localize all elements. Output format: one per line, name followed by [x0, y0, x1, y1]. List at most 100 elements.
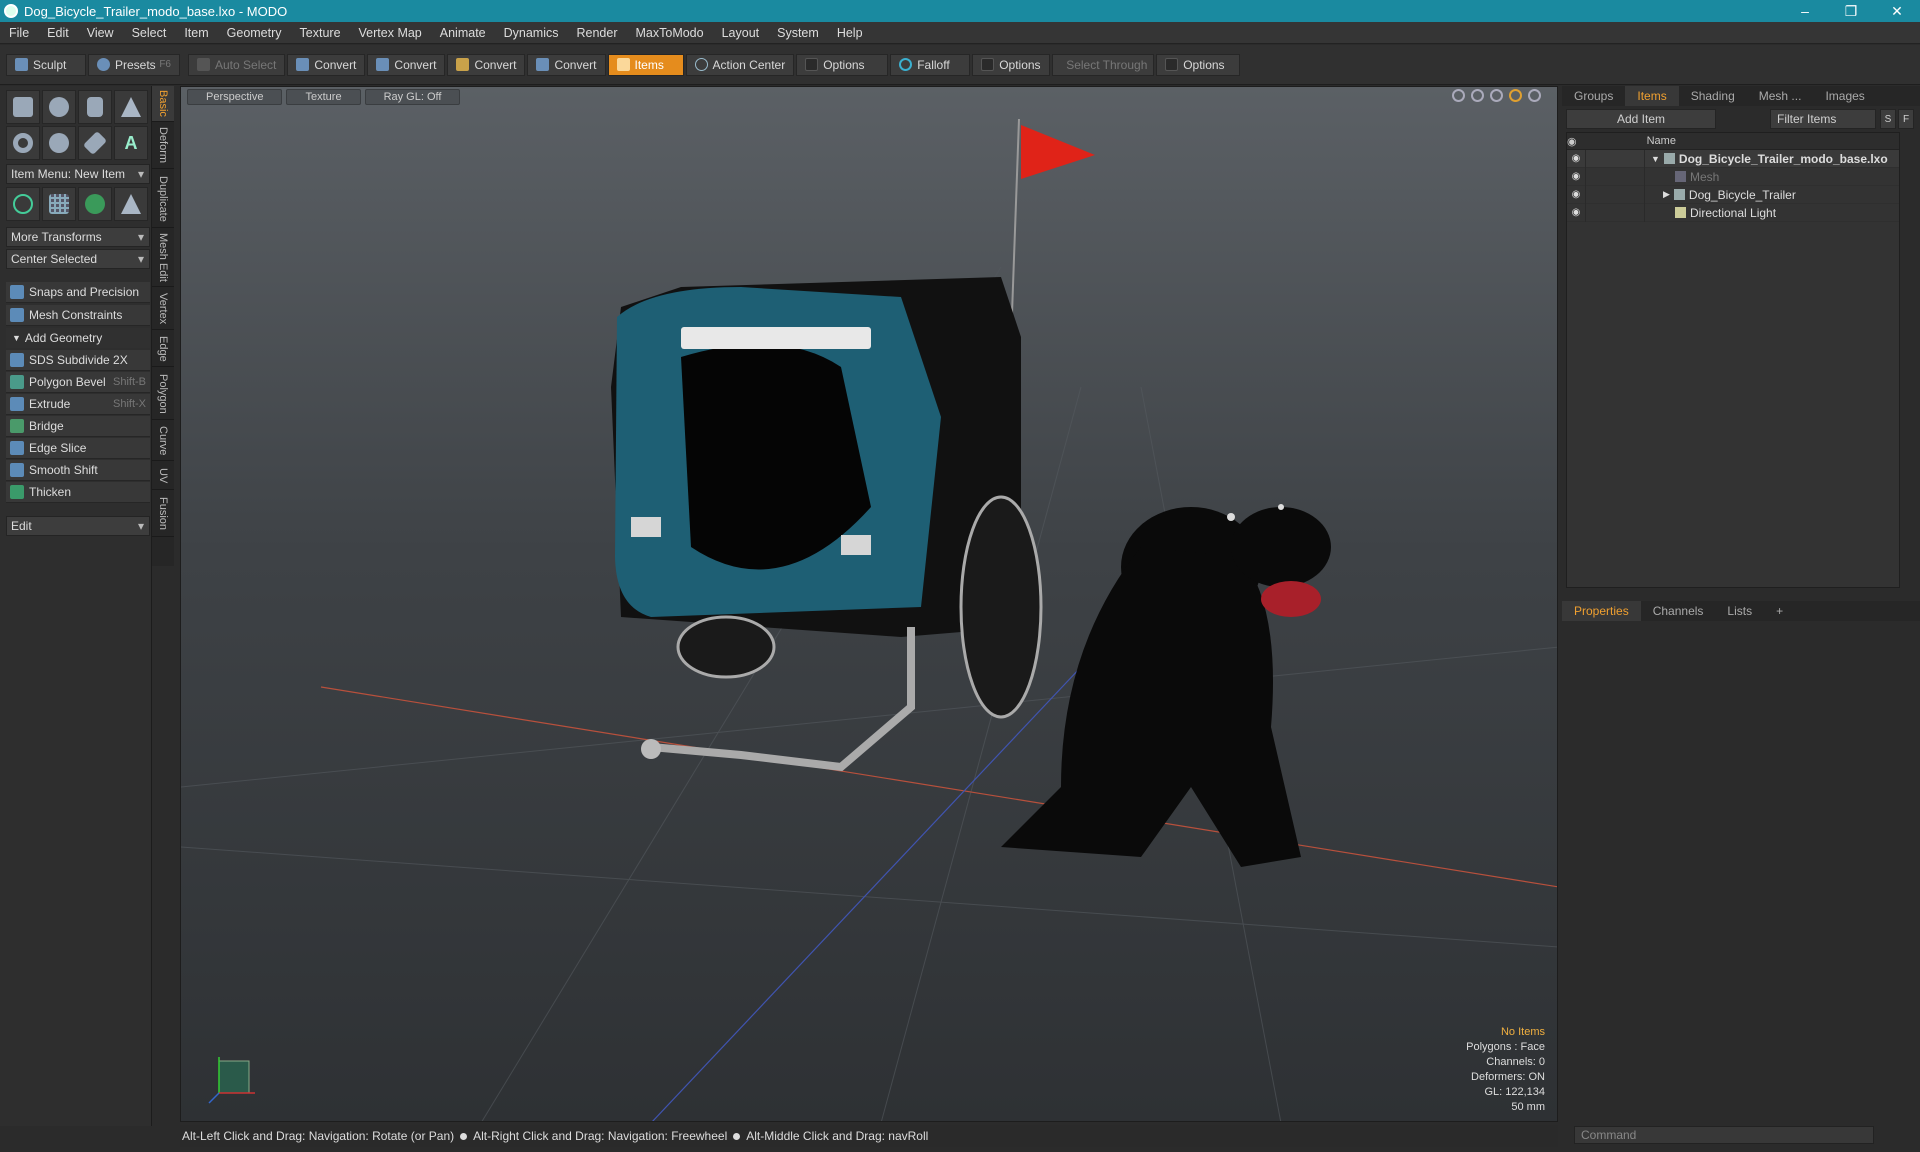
menu-maxtomodo[interactable]: MaxToModo	[627, 26, 713, 40]
tab-mesh-edit[interactable]: Mesh Edit	[152, 229, 174, 287]
transform-tool-button[interactable]	[6, 187, 40, 221]
tab-vertex[interactable]: Vertex	[152, 288, 174, 330]
perspective-view-button[interactable]: Perspective	[187, 89, 283, 105]
capsule-primitive-button[interactable]	[42, 126, 76, 160]
menu-texture[interactable]: Texture	[291, 26, 350, 40]
filter-f-button[interactable]: F	[1898, 109, 1914, 129]
sculpt-button[interactable]: Sculpt	[6, 53, 86, 76]
restore-button[interactable]: ❐	[1828, 3, 1874, 20]
menu-dynamics[interactable]: Dynamics	[495, 26, 568, 40]
eye-icon[interactable]: ◉	[1567, 171, 1585, 182]
add-item-dropdown[interactable]: Add Item	[1566, 109, 1716, 129]
convert-polygons-button[interactable]: Convert	[447, 53, 526, 76]
center-selected-dropdown[interactable]: Center Selected	[6, 249, 150, 269]
convert-items-button[interactable]: Convert	[527, 53, 606, 76]
thicken-button[interactable]: Thicken	[6, 482, 150, 503]
cube-primitive-button[interactable]	[6, 90, 40, 124]
menu-system[interactable]: System	[768, 26, 828, 40]
bridge-button[interactable]: Bridge	[6, 416, 150, 437]
menu-layout[interactable]: Layout	[713, 26, 769, 40]
minimize-button[interactable]: –	[1782, 3, 1828, 20]
tab-duplicate[interactable]: Duplicate	[152, 170, 174, 228]
cylinder-primitive-button[interactable]	[78, 90, 112, 124]
text-tool-button[interactable]: A	[114, 126, 148, 160]
auto-select-button[interactable]: Auto Select	[188, 53, 286, 76]
move-view-icon[interactable]	[1452, 89, 1465, 102]
more-transforms-dropdown[interactable]: More Transforms	[6, 227, 150, 247]
sphere-primitive-button[interactable]	[42, 90, 76, 124]
tree-row-mesh[interactable]: ◉ Mesh	[1567, 167, 1899, 186]
tab-basic[interactable]: Basic	[152, 86, 174, 122]
add-tab-icon[interactable]: +	[1764, 601, 1795, 621]
menu-render[interactable]: Render	[568, 26, 627, 40]
eye-icon[interactable]: ◉	[1567, 153, 1585, 164]
tab-edge[interactable]: Edge	[152, 331, 174, 367]
command-input[interactable]: Command	[1574, 1126, 1874, 1144]
extrude-button[interactable]: Extrude Shift-X	[6, 394, 150, 415]
item-menu-dropdown[interactable]: Item Menu: New Item	[6, 164, 150, 184]
fit-view-icon[interactable]	[1509, 89, 1522, 102]
tab-items[interactable]: Items	[1625, 86, 1679, 106]
tab-channels[interactable]: Channels	[1641, 601, 1716, 621]
polygon-bevel-button[interactable]: Polygon Bevel Shift-B	[6, 372, 150, 393]
edit-dropdown[interactable]: Edit	[6, 516, 150, 536]
tab-lists[interactable]: Lists	[1715, 601, 1764, 621]
pen-tool-button[interactable]	[78, 126, 112, 160]
menu-geometry[interactable]: Geometry	[218, 26, 291, 40]
action-center-options-button[interactable]: Options	[796, 53, 889, 76]
eye-icon[interactable]: ◉	[1567, 189, 1585, 200]
tab-mesh[interactable]: Mesh ...	[1747, 86, 1814, 106]
3d-viewport[interactable]: Perspective Texture Ray GL: Off No Items…	[180, 86, 1558, 1122]
tab-groups[interactable]: Groups	[1562, 86, 1625, 106]
menu-animate[interactable]: Animate	[431, 26, 495, 40]
rotate-view-icon[interactable]	[1471, 89, 1484, 102]
action-center-button[interactable]: Action Center	[685, 53, 795, 76]
view-settings-gear-icon[interactable]	[1528, 89, 1541, 102]
zoom-view-icon[interactable]	[1490, 89, 1503, 102]
menu-view[interactable]: View	[78, 26, 123, 40]
menu-vertex-map[interactable]: Vertex Map	[350, 26, 431, 40]
snaps-precision-button[interactable]: Snaps and Precision	[6, 282, 150, 303]
select-through-button[interactable]: Select Through	[1052, 53, 1155, 76]
eye-icon[interactable]: ◉	[1567, 207, 1585, 218]
menu-edit[interactable]: Edit	[38, 26, 78, 40]
close-button[interactable]: ✕	[1874, 3, 1920, 20]
tab-curve[interactable]: Curve	[152, 421, 174, 461]
convert-edges-button[interactable]: Convert	[367, 53, 446, 76]
tab-uv[interactable]: UV	[152, 462, 174, 490]
presets-button[interactable]: Presets F6	[88, 53, 180, 76]
expand-arrow-icon[interactable]: ▼	[1645, 154, 1660, 164]
menu-item[interactable]: Item	[175, 26, 217, 40]
menu-file[interactable]: File	[0, 26, 38, 40]
menu-select[interactable]: Select	[123, 26, 176, 40]
falloff-options-button[interactable]: Options	[972, 53, 1051, 76]
expand-arrow-icon[interactable]: ▶	[1645, 189, 1670, 200]
convert-vertices-button[interactable]: Convert	[287, 53, 366, 76]
torus-primitive-button[interactable]	[6, 126, 40, 160]
globe-tool-button[interactable]	[78, 187, 112, 221]
smooth-shift-button[interactable]: Smooth Shift	[6, 460, 150, 481]
pyramid-tool-button[interactable]	[114, 187, 148, 221]
sds-subdivide-button[interactable]: SDS Subdivide 2X	[6, 350, 150, 371]
tab-images[interactable]: Images	[1813, 86, 1876, 106]
tab-fusion[interactable]: Fusion	[152, 491, 174, 537]
mesh-constraints-button[interactable]: Mesh Constraints	[6, 305, 150, 326]
texture-shading-button[interactable]: Texture	[286, 89, 361, 105]
edge-slice-button[interactable]: Edge Slice	[6, 438, 150, 459]
tab-polygon[interactable]: Polygon	[152, 368, 174, 420]
tab-shading[interactable]: Shading	[1679, 86, 1747, 106]
tree-row-dog-trailer[interactable]: ◉ ▶ Dog_Bicycle_Trailer	[1567, 185, 1899, 204]
cone-primitive-button[interactable]	[114, 90, 148, 124]
tab-properties[interactable]: Properties	[1562, 601, 1641, 621]
items-mode-button[interactable]: Items	[607, 53, 684, 76]
filter-s-button[interactable]: S	[1880, 109, 1896, 129]
tab-deform[interactable]: Deform	[152, 123, 174, 169]
name-column-header[interactable]: Name	[1637, 135, 1676, 147]
falloff-button[interactable]: Falloff	[890, 53, 971, 76]
tree-row-scene[interactable]: ◉ ▼ Dog_Bicycle_Trailer_modo_base.lxo	[1567, 149, 1899, 168]
raygl-toggle-button[interactable]: Ray GL: Off	[364, 89, 461, 105]
select-options-button[interactable]: Options	[1156, 53, 1241, 76]
tree-row-directional-light[interactable]: ◉ Directional Light	[1567, 203, 1899, 222]
add-geometry-section[interactable]: ▼ Add Geometry	[6, 328, 150, 348]
grid-tool-button[interactable]	[42, 187, 76, 221]
